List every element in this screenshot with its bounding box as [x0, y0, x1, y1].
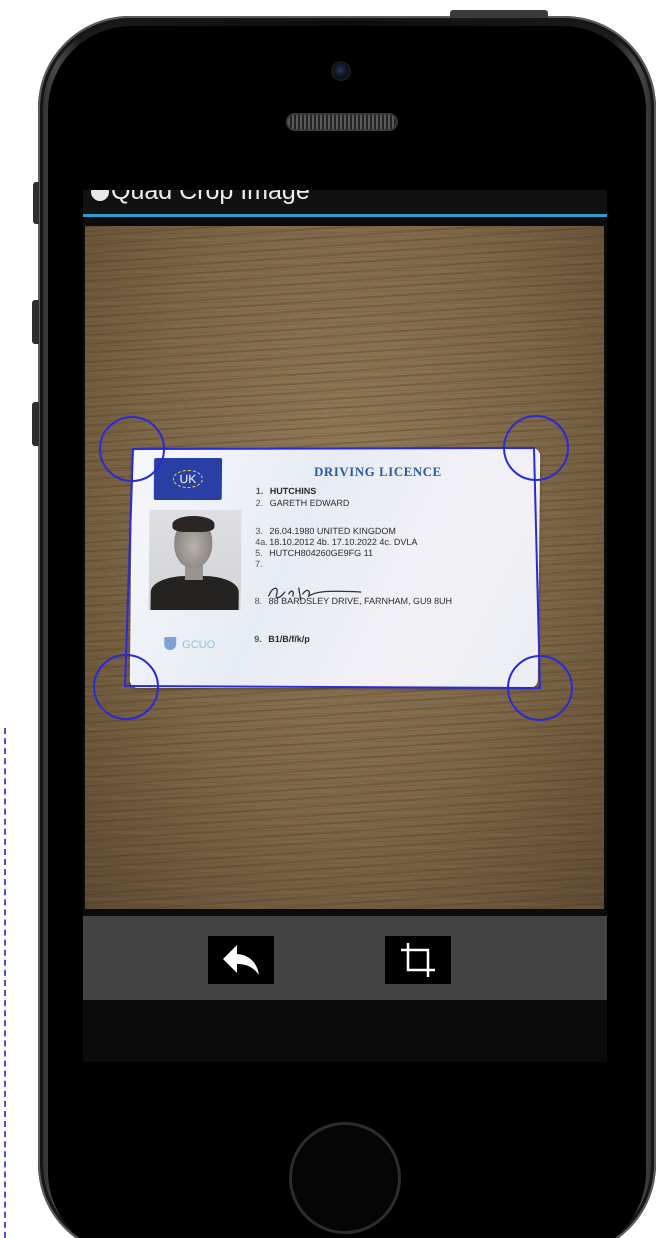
action-bar-divider	[83, 214, 607, 217]
app-screen: Quad Crop Image UK DRIVING LICENCE 1. HUT…	[83, 190, 607, 1062]
power-button	[450, 10, 548, 18]
window-title: Quad Crop Image	[111, 190, 310, 205]
crop-quad-outline	[123, 446, 542, 690]
back-button[interactable]	[208, 936, 274, 984]
crop-overlay	[93, 415, 573, 721]
action-bar: Quad Crop Image	[83, 190, 607, 214]
mute-switch	[33, 182, 39, 224]
volume-down-button	[32, 402, 39, 446]
front-camera-icon	[333, 63, 349, 79]
photo-canvas[interactable]: UK DRIVING LICENCE 1. HUTCHINS 2. GARETH E…	[85, 226, 604, 909]
app-icon	[89, 190, 111, 203]
stage: Quad Crop Image UK DRIVING LICENCE 1. HUT…	[0, 0, 671, 1238]
home-button[interactable]	[289, 1122, 401, 1234]
crop-icon	[401, 943, 435, 977]
crop-button[interactable]	[385, 936, 451, 984]
dashed-guide	[4, 728, 6, 1238]
volume-up-button	[32, 300, 39, 344]
earpiece-speaker	[286, 113, 398, 131]
reply-arrow-icon	[223, 945, 259, 975]
bottom-toolbar	[83, 916, 607, 1000]
